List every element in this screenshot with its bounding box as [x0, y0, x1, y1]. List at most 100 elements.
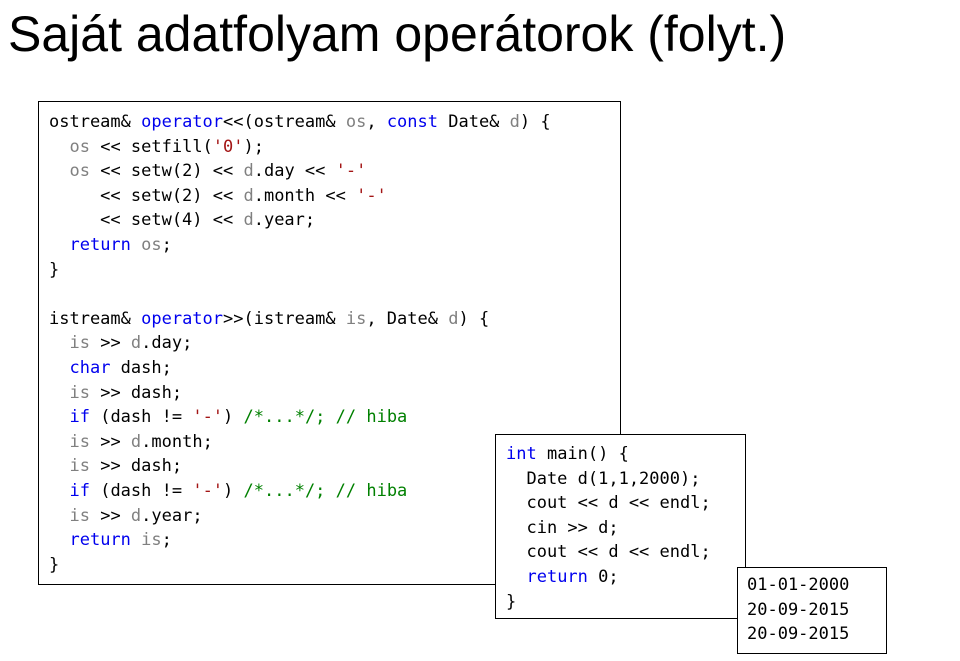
code-text: ostream&: [49, 112, 142, 132]
code-text: cin >> d;: [506, 517, 619, 538]
code-text: >>: [89, 431, 131, 452]
code-text: .month;: [141, 431, 213, 452]
code-text: }: [49, 259, 60, 280]
code-text: ) {: [458, 308, 490, 329]
code-parameter: d: [448, 308, 459, 329]
code-line: is >> dash;: [49, 381, 620, 406]
code-text: .day;: [141, 333, 193, 354]
code-text: ): [223, 480, 244, 501]
code-text: << setfill(: [89, 136, 213, 157]
code-line: return 0;: [506, 565, 745, 590]
code-line: Date d(1,1,2000);: [506, 467, 745, 492]
code-line: return os;: [49, 233, 620, 258]
code-parameter: is: [69, 456, 90, 477]
code-keyword: if: [69, 407, 90, 428]
code-text: (dash !=: [89, 480, 193, 501]
code-text: >> dash;: [89, 382, 183, 403]
code-text: 0;: [587, 566, 619, 587]
code-text: dash;: [110, 357, 172, 378]
code-string: '-': [192, 407, 224, 428]
code-parameter: d: [130, 505, 142, 526]
code-line: os << setw(2) << d.day << '-': [49, 159, 620, 184]
code-text: >> dash;: [89, 456, 183, 477]
output-line: 20-09-2015: [747, 598, 886, 623]
code-keyword: int: [506, 444, 537, 464]
code-string: '-': [192, 480, 224, 501]
code-text: istream&: [49, 308, 142, 329]
code-line: << setw(2) << d.month << '-': [49, 184, 620, 209]
code-keyword: operator: [141, 308, 224, 329]
code-line: cout << d << endl;: [506, 540, 745, 565]
code-text: , Date&: [366, 308, 449, 329]
code-string: '-': [335, 161, 367, 182]
code-text: }: [506, 591, 517, 612]
code-line: istream& operator>>(istream& is, Date& d…: [49, 307, 620, 332]
code-line: is >> d.day;: [49, 331, 620, 356]
code-parameter: d: [130, 333, 142, 354]
code-text: 01-01-2000: [747, 575, 850, 595]
code-parameter: d: [243, 161, 254, 182]
program-output-block: 01-01-2000 20-09-2015 20-09-2015: [737, 567, 887, 654]
code-comment: /*...*/; // hiba: [243, 480, 408, 501]
slide-title: Saját adatfolyam operátorok (folyt.): [8, 6, 787, 62]
main-code-block: int main() { Date d(1,1,2000); cout << d…: [495, 434, 746, 619]
code-string: '-': [356, 185, 387, 206]
code-parameter: is: [69, 382, 90, 403]
code-parameter: os: [69, 136, 90, 157]
code-text: .year;: [141, 505, 203, 526]
code-text: >>: [89, 505, 131, 526]
code-line: cout << d << endl;: [506, 491, 745, 516]
code-string: '0': [212, 136, 244, 157]
code-text: .year;: [253, 210, 316, 231]
code-comment: /*...*/; // hiba: [243, 407, 408, 428]
code-text: ): [223, 407, 244, 428]
code-text: cout << d << endl;: [506, 493, 711, 514]
code-line: int main() {: [506, 442, 745, 467]
code-parameter: is: [141, 530, 162, 551]
code-text: ,: [366, 112, 387, 132]
code-keyword: return: [69, 234, 131, 255]
code-line: }: [49, 258, 620, 283]
code-text: ;: [161, 234, 172, 255]
code-text: >>(istream&: [223, 308, 346, 329]
code-text: ;: [161, 530, 172, 551]
code-parameter: os: [69, 161, 90, 182]
code-text: .day <<: [253, 161, 336, 182]
code-line: ostream& operator<<(ostream& os, const D…: [49, 110, 620, 135]
code-text: << setw(4) <<: [49, 210, 244, 231]
code-parameter: is: [345, 308, 367, 329]
code-text: 20-09-2015: [747, 599, 850, 620]
code-parameter: d: [130, 431, 142, 452]
code-text: cout << d << endl;: [506, 542, 711, 563]
code-keyword: return: [69, 530, 131, 551]
output-line: 20-09-2015: [747, 622, 886, 647]
code-parameter: os: [141, 234, 162, 255]
code-keyword: if: [69, 480, 90, 501]
code-text: (dash !=: [89, 407, 193, 428]
code-keyword: const: [386, 112, 438, 132]
code-line: << setw(4) << d.year;: [49, 208, 620, 233]
code-line: char dash;: [49, 356, 620, 381]
code-parameter: d: [243, 185, 254, 206]
code-line: os << setfill('0');: [49, 135, 620, 160]
code-text: main() {: [536, 444, 629, 464]
code-text: << setw(2) <<: [49, 185, 244, 206]
code-parameter: d: [509, 112, 520, 132]
code-text: << setw(2) <<: [89, 161, 244, 182]
code-keyword: return: [526, 566, 588, 587]
code-text: );: [243, 136, 264, 157]
code-text: <<(ostream&: [223, 112, 346, 132]
code-parameter: is: [69, 431, 90, 452]
code-line: cin >> d;: [506, 516, 745, 541]
